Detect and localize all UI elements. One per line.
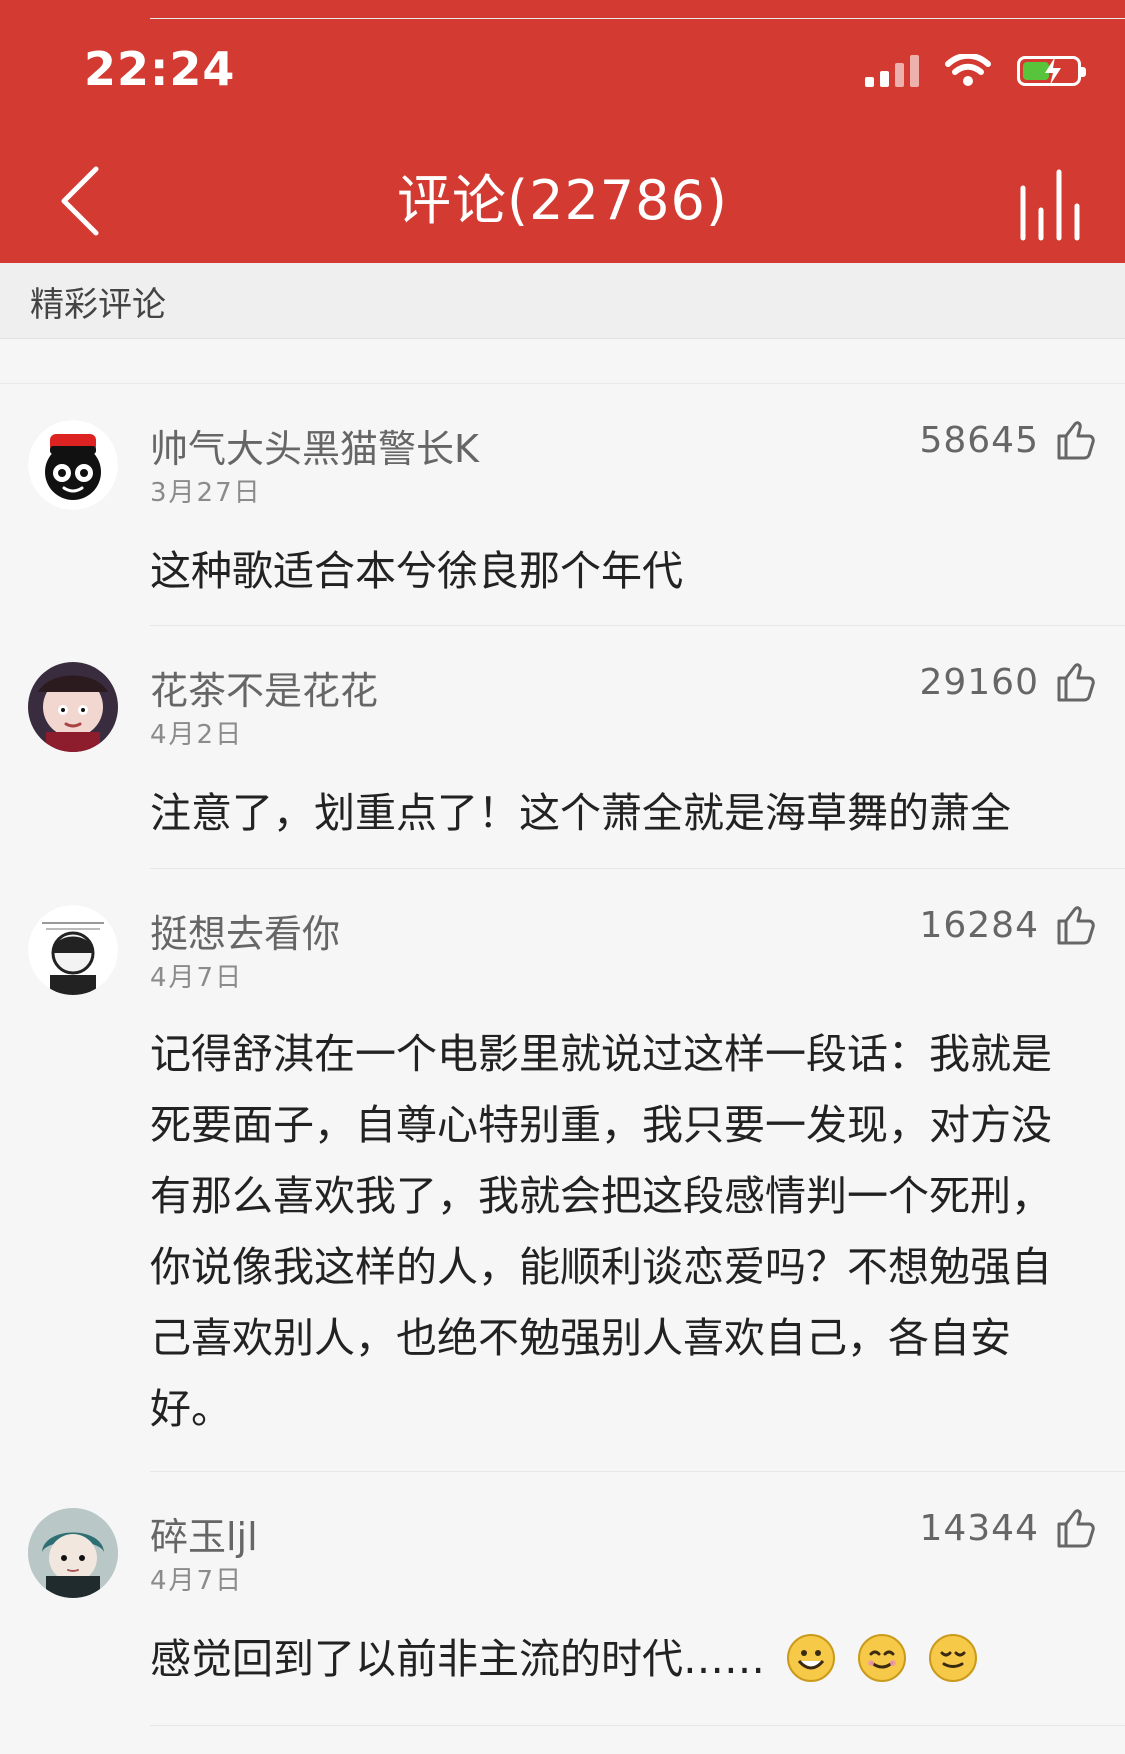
battery-icon	[1017, 56, 1086, 86]
comment-item: 帅气大头黑猫警长K 3月27日 58645 这种歌适合本兮徐良那个年代	[0, 384, 1125, 626]
comment-line: 死要面子，自尊心特别重，我只要一发现，对方没	[150, 1101, 1052, 1149]
comment-item: 碎玉ljl 4月7日 14344 感觉回到了以前非主流的时代……	[0, 1472, 1125, 1726]
avatar[interactable]	[28, 1508, 118, 1598]
nav-bar: 评论(22786)	[0, 140, 1125, 263]
like-button[interactable]: 16284	[919, 897, 1095, 953]
thumbs-up-icon	[1051, 660, 1095, 704]
like-button[interactable]: 14344	[919, 1500, 1095, 1556]
comment-line: 你说像我这样的人，能顺利谈恋爱吗？不想勉强自	[150, 1243, 1052, 1291]
like-count: 14344	[919, 1507, 1039, 1549]
section-label: 精彩评论	[30, 285, 166, 325]
comment-text: 记得舒淇在一个电影里就说过这样一段话：我就是 死要面子，自尊心特别重，我只要一发…	[150, 1019, 1080, 1445]
username[interactable]: 帅气大头黑猫警长K	[150, 418, 479, 473]
thumbs-up-icon	[1051, 1506, 1095, 1550]
like-button[interactable]: 58645	[919, 412, 1095, 468]
comment-date: 3月27日	[150, 478, 262, 508]
app: 22:24 评论(22786) 精彩评论 帅气大头黑猫警长K 3月27日 586…	[0, 0, 1125, 1754]
page-title: 评论(22786)	[397, 169, 728, 232]
status-time: 22:24	[84, 42, 236, 96]
bars-button[interactable]	[1013, 166, 1089, 242]
username[interactable]: 花茶不是花花	[150, 660, 378, 715]
like-count: 29160	[919, 661, 1039, 703]
thumbs-up-icon	[1051, 418, 1095, 462]
like-button[interactable]: 29160	[919, 654, 1095, 710]
comment-divider	[150, 1725, 1125, 1726]
comment-item: 挺想去看你 4月7日 16284 记得舒淇在一个电影里就说过这样一段话：我就是 …	[0, 869, 1125, 1472]
relieved-smile-icon	[928, 1633, 978, 1683]
grinning-face-icon	[786, 1633, 836, 1683]
comment-date: 4月2日	[150, 720, 244, 750]
smiling-face-icon	[857, 1633, 907, 1683]
avatar[interactable]	[28, 662, 118, 752]
avatar[interactable]	[28, 420, 118, 510]
avatar[interactable]	[28, 905, 118, 995]
signal-icon	[865, 55, 919, 87]
status-icons	[865, 48, 1086, 94]
username[interactable]: 挺想去看你	[150, 903, 340, 958]
comment-line: 有那么喜欢我了，我就会把这段感情判一个死刑，	[150, 1172, 1052, 1220]
comment-date: 4月7日	[150, 1566, 244, 1596]
comment-line: 己喜欢别人，也绝不勉强别人喜欢自己，各自安	[150, 1314, 1011, 1362]
username[interactable]: 碎玉ljl	[150, 1506, 258, 1561]
comment-date: 4月7日	[150, 963, 244, 993]
comment-item: 花茶不是花花 4月2日 29160 注意了，划重点了！这个萧全就是海草舞的萧全	[0, 626, 1125, 869]
wifi-icon	[945, 54, 991, 86]
thumbs-up-icon	[1051, 903, 1095, 947]
separator-line	[150, 18, 1125, 19]
bars-icon	[1020, 169, 1080, 241]
comment-text: 感觉回到了以前非主流的时代……	[150, 1624, 1080, 1695]
like-count: 16284	[919, 904, 1039, 946]
header: 22:24 评论(22786)	[0, 0, 1125, 263]
section-header: 精彩评论	[0, 263, 1125, 339]
comment-text-main: 感觉回到了以前非主流的时代……	[150, 1635, 765, 1683]
comment-line: 记得舒淇在一个电影里就说过这样一段话：我就是	[150, 1030, 1052, 1078]
comment-line: 好。	[150, 1385, 232, 1433]
comment-text: 这种歌适合本兮徐良那个年代	[150, 547, 683, 595]
comment-text: 注意了，划重点了！这个萧全就是海草舞的萧全	[150, 789, 1011, 837]
like-count: 58645	[919, 419, 1039, 461]
